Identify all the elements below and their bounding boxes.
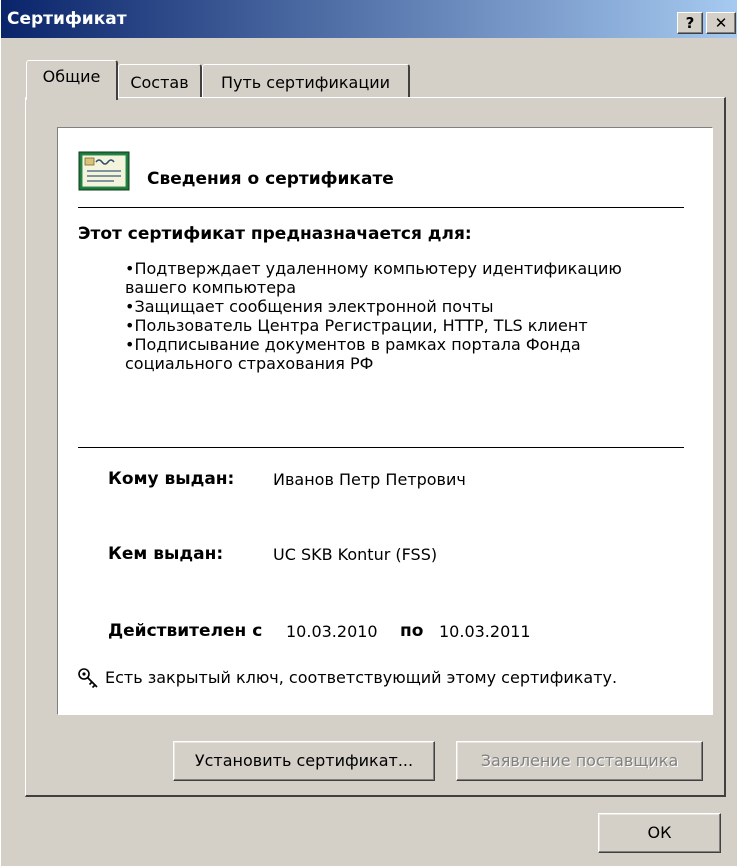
- valid-from-value: 10.03.2010: [286, 622, 378, 641]
- issued-by-value: UC SKB Kontur (FSS): [273, 545, 438, 564]
- purpose-item: •Пользователь Центра Регистрации, HTTP, …: [125, 316, 588, 335]
- purpose-item: •Подтверждает удаленному компьютеру иден…: [125, 259, 622, 297]
- issued-by-label: Кем выдан:: [108, 544, 224, 564]
- install-certificate-button[interactable]: Установить сертификат...: [173, 741, 435, 781]
- close-button[interactable]: ✕: [706, 12, 736, 34]
- ok-button[interactable]: ОК: [598, 813, 721, 853]
- valid-to-label: по: [400, 621, 424, 641]
- tab-general[interactable]: Общие: [26, 60, 118, 100]
- divider-middle: [78, 447, 684, 448]
- tab-certification-path[interactable]: Путь сертификации: [202, 64, 410, 100]
- valid-to-value: 10.03.2011: [439, 622, 531, 641]
- issued-to-value: Иванов Петр Петрович: [273, 470, 466, 489]
- window-title: Сертификат: [7, 9, 127, 29]
- tab-details[interactable]: Состав: [118, 64, 202, 100]
- divider-top: [78, 207, 684, 208]
- issuer-statement-button[interactable]: Заявление поставщика: [456, 741, 703, 781]
- purpose-item: •Подписывание документов в рамках портал…: [125, 335, 581, 373]
- valid-from-label: Действителен с: [108, 621, 263, 641]
- purpose-list: •Подтверждает удаленному компьютеру иден…: [125, 259, 685, 373]
- issued-to-label: Кому выдан:: [108, 469, 235, 489]
- info-title: Сведения о сертификате: [147, 169, 394, 189]
- certificate-dialog: Сертификат ? ✕ Общие Состав Путь сертифи…: [0, 0, 737, 866]
- key-icon: [78, 668, 98, 689]
- title-bar[interactable]: Сертификат ? ✕: [1, 0, 737, 38]
- private-key-note: Есть закрытый ключ, соответствующий этом…: [105, 668, 618, 687]
- purpose-item: •Защищает сообщения электронной почты: [125, 297, 494, 316]
- help-button[interactable]: ?: [677, 12, 703, 34]
- certificate-icon: [78, 151, 130, 191]
- purpose-heading: Этот сертификат предназначается для:: [78, 224, 472, 244]
